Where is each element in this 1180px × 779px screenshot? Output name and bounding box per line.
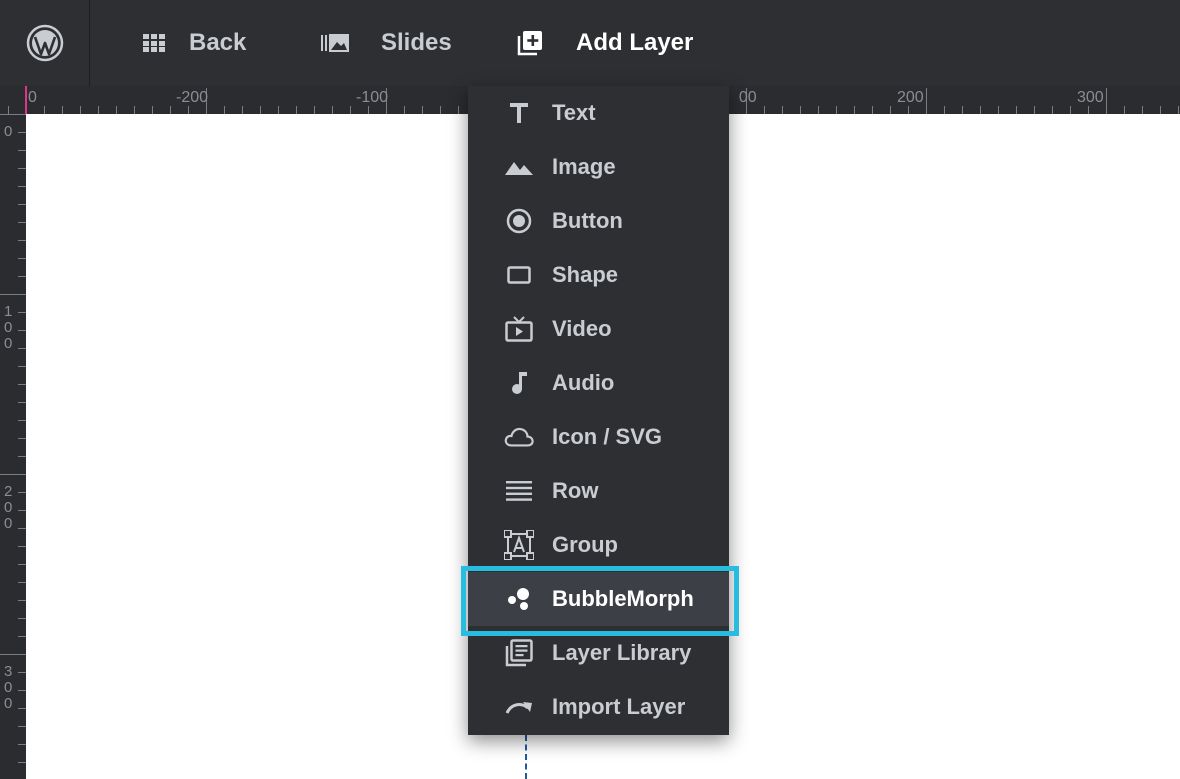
- ruler-h-label: -100: [356, 89, 389, 106]
- menu-item-text[interactable]: Text: [468, 86, 729, 140]
- menu-item-row[interactable]: Row: [468, 464, 729, 518]
- menu-item-import-layer[interactable]: Import Layer: [468, 680, 729, 734]
- cloud-icon: [504, 422, 534, 452]
- add-layer-icon: [517, 30, 543, 56]
- shape-icon: [504, 260, 534, 290]
- video-icon: [504, 314, 534, 344]
- ruler-h-label: -200: [176, 89, 209, 106]
- top-toolbar: Back Slides Add Layer: [0, 0, 1180, 86]
- audio-icon: [504, 368, 534, 398]
- menu-item-image[interactable]: Image: [468, 140, 729, 194]
- slides-label: Slides: [381, 29, 452, 56]
- back-button[interactable]: Back: [143, 0, 246, 86]
- menu-item-label: Layer Library: [552, 640, 692, 665]
- bubblemorph-highlight-frame: [461, 566, 739, 636]
- row-icon: [504, 476, 534, 506]
- center-guide-line: [525, 735, 527, 779]
- menu-item-label: Shape: [552, 262, 619, 287]
- menu-item-label: Image: [552, 154, 616, 179]
- wordpress-icon: [26, 24, 63, 62]
- menu-item-label: Row: [552, 478, 599, 503]
- menu-item-audio[interactable]: Audio: [468, 356, 729, 410]
- menu-item-button[interactable]: Button: [468, 194, 729, 248]
- slides-button[interactable]: Slides: [321, 0, 452, 86]
- ruler-h-label: 0: [28, 89, 37, 106]
- add-layer-menu: Text Image Button Shape Video Audio Icon…: [468, 86, 729, 735]
- button-icon: [504, 206, 534, 236]
- menu-item-group[interactable]: Group: [468, 518, 729, 572]
- menu-item-icon-svg[interactable]: Icon / SVG: [468, 410, 729, 464]
- back-label: Back: [189, 29, 247, 56]
- library-icon: [504, 638, 534, 668]
- menu-item-label: Video: [552, 316, 612, 341]
- menu-item-label: Text: [552, 100, 596, 125]
- menu-item-video[interactable]: Video: [468, 302, 729, 356]
- menu-item-label: Import Layer: [552, 694, 686, 719]
- ruler-h-label: 200: [897, 89, 924, 106]
- ruler-v-label: 100: [4, 303, 13, 352]
- add-layer-label: Add Layer: [576, 29, 694, 56]
- ruler-v-label: 300: [4, 663, 13, 712]
- add-layer-button[interactable]: Add Layer: [517, 0, 693, 86]
- vertical-ruler: 0 100 200 300: [0, 114, 26, 779]
- menu-item-label: Audio: [552, 370, 615, 395]
- slides-icon: [321, 34, 349, 52]
- text-icon: [504, 98, 534, 128]
- ruler-v-label: 0: [4, 123, 13, 140]
- ruler-h-label: 300: [1077, 89, 1104, 106]
- menu-item-label: Button: [552, 208, 623, 233]
- wordpress-logo-button[interactable]: [0, 0, 90, 86]
- menu-item-label: Group: [552, 532, 618, 557]
- grid-icon: [143, 34, 165, 52]
- ruler-v-label: 200: [4, 483, 13, 532]
- menu-item-shape[interactable]: Shape: [468, 248, 729, 302]
- image-icon: [504, 152, 534, 182]
- import-icon: [504, 692, 534, 722]
- menu-item-label: Icon / SVG: [552, 424, 663, 449]
- group-icon: [504, 530, 534, 560]
